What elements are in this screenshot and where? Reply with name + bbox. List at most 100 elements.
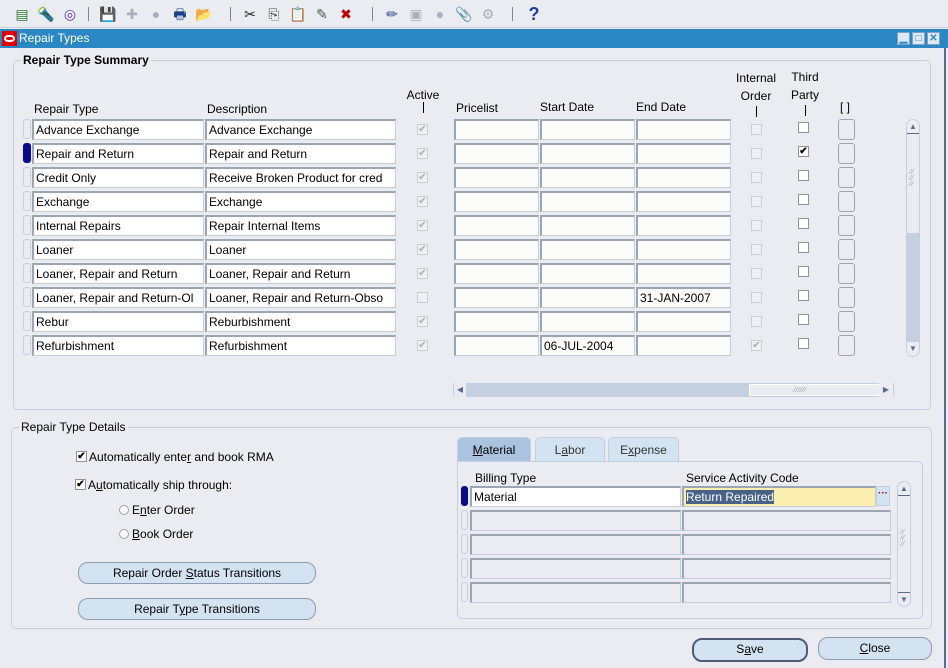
pricelist-field[interactable] <box>454 119 539 140</box>
pricelist-field[interactable] <box>454 143 539 164</box>
folder-field[interactable] <box>838 287 855 308</box>
pricelist-field[interactable] <box>454 335 539 356</box>
record-indicator[interactable] <box>461 582 468 602</box>
service-activity-code-field[interactable] <box>682 534 891 555</box>
record-indicator[interactable] <box>23 287 31 307</box>
find-icon[interactable]: 🔦 <box>36 4 56 24</box>
end-date-field[interactable] <box>636 239 731 260</box>
pricelist-field[interactable] <box>454 287 539 308</box>
delete-record-icon[interactable]: ✖ <box>336 4 356 24</box>
pricelist-field[interactable] <box>454 191 539 212</box>
summary-horizontal-scrollbar[interactable]: ◀ ⁄⁄⁄⁄⁄⁄ ▶ <box>453 383 894 397</box>
auto-ship-label[interactable]: Automatically ship through: <box>88 478 232 492</box>
active-checkbox[interactable]: ✔ <box>417 124 428 135</box>
folder-field[interactable] <box>838 119 855 140</box>
repair-type-field[interactable]: Rebur <box>32 311 204 332</box>
copy-icon[interactable]: ⎘ <box>264 4 284 24</box>
third-party-checkbox[interactable] <box>798 194 809 205</box>
record-indicator[interactable] <box>23 167 31 187</box>
summary-vscroll-track[interactable] <box>907 233 919 342</box>
repair-type-field[interactable]: Advance Exchange <box>32 119 204 140</box>
zoom-icon[interactable]: ▣ <box>406 4 426 24</box>
translations-icon[interactable]: ● <box>430 4 450 24</box>
start-date-field[interactable] <box>540 215 635 236</box>
save-button[interactable]: Save <box>692 638 808 662</box>
navigator-icon[interactable]: ◎ <box>60 4 80 24</box>
internal-order-checkbox[interactable] <box>751 268 762 279</box>
active-checkbox[interactable]: ✔ <box>417 244 428 255</box>
scroll-right-icon[interactable]: ▶ <box>879 383 893 397</box>
maximize-button[interactable]: □ <box>912 32 925 45</box>
next-step-icon[interactable]: ✚ <box>122 4 142 24</box>
end-date-field[interactable] <box>636 119 731 140</box>
service-activity-code-field[interactable] <box>682 510 891 531</box>
repair-order-status-transitions-button[interactable]: Repair Order Status Transitions <box>78 562 316 584</box>
scroll-left-icon[interactable]: ◀ <box>454 383 466 397</box>
active-checkbox[interactable]: ✔ <box>417 196 428 207</box>
end-date-field[interactable] <box>636 263 731 284</box>
repair-type-field[interactable]: Credit Only <box>32 167 204 188</box>
repair-type-field[interactable]: Internal Repairs <box>32 215 204 236</box>
save-icon[interactable]: 💾 <box>98 4 118 24</box>
third-party-checkbox[interactable] <box>798 242 809 253</box>
scroll-grip-icon[interactable]: ⁄⁄ ⁄⁄ ⁄⁄ <box>910 169 914 188</box>
active-checkbox[interactable] <box>417 292 428 303</box>
start-date-field[interactable] <box>540 239 635 260</box>
scroll-down-icon[interactable]: ▼ <box>898 592 910 606</box>
billing-type-field[interactable] <box>470 510 681 531</box>
folder-field[interactable] <box>838 143 855 164</box>
end-date-field[interactable] <box>636 191 731 212</box>
record-indicator[interactable] <box>23 119 31 139</box>
record-indicator[interactable] <box>23 215 31 235</box>
list-of-values-button[interactable]: ··· <box>876 486 890 506</box>
description-field[interactable]: Loaner <box>205 239 396 260</box>
auto-enter-book-rma-label[interactable]: Automatically enter and book RMA <box>89 450 274 464</box>
service-activity-code-field[interactable] <box>682 558 891 579</box>
active-checkbox[interactable]: ✔ <box>417 148 428 159</box>
third-party-checkbox[interactable]: ✔ <box>798 146 809 157</box>
folder-field[interactable] <box>838 191 855 212</box>
repair-type-transitions-button[interactable]: Repair Type Transitions <box>78 598 316 620</box>
third-party-checkbox[interactable] <box>798 266 809 277</box>
book-order-label[interactable]: Book Order <box>132 527 193 541</box>
summary-hscroll-thumb[interactable]: ⁄⁄⁄⁄⁄⁄ <box>749 384 880 396</box>
auto-enter-book-rma-checkbox[interactable]: ✔ <box>76 451 87 462</box>
enter-order-radio[interactable] <box>119 505 129 515</box>
start-date-field[interactable] <box>540 143 635 164</box>
internal-order-checkbox[interactable] <box>751 196 762 207</box>
repair-type-field[interactable]: Exchange <box>32 191 204 212</box>
repair-type-field[interactable]: Loaner <box>32 239 204 260</box>
folder-field[interactable] <box>838 263 855 284</box>
active-checkbox[interactable]: ✔ <box>417 220 428 231</box>
record-indicator[interactable] <box>23 143 31 163</box>
repair-type-field[interactable]: Loaner, Repair and Return-Ol <box>32 287 204 308</box>
active-checkbox[interactable]: ✔ <box>417 172 428 183</box>
close-form-icon[interactable]: 📂 <box>194 4 214 24</box>
billing-type-field[interactable] <box>470 582 681 603</box>
billing-type-field[interactable] <box>470 534 681 555</box>
description-field[interactable]: Repair Internal Items <box>205 215 396 236</box>
close-window-button[interactable]: ✕ <box>927 32 940 45</box>
scroll-grip-icon[interactable]: ⁄⁄ ⁄⁄ ⁄⁄ <box>901 529 905 548</box>
folder-field[interactable] <box>838 215 855 236</box>
record-indicator[interactable] <box>23 263 31 283</box>
service-activity-code-field[interactable]: Return Repaired <box>682 486 876 507</box>
third-party-checkbox[interactable] <box>798 338 809 349</box>
start-date-field[interactable] <box>540 167 635 188</box>
end-date-field[interactable]: 31-JAN-2007 <box>636 287 731 308</box>
billing-type-field[interactable] <box>470 558 681 579</box>
active-checkbox[interactable]: ✔ <box>417 268 428 279</box>
book-order-radio[interactable] <box>119 529 129 539</box>
pricelist-field[interactable] <box>454 263 539 284</box>
record-indicator[interactable] <box>23 311 31 331</box>
repair-type-field[interactable]: Refurbishment <box>32 335 204 356</box>
folder-field[interactable] <box>838 335 855 356</box>
internal-order-checkbox[interactable] <box>751 316 762 327</box>
start-date-field[interactable] <box>540 287 635 308</box>
help-icon[interactable]: ? <box>524 4 544 24</box>
start-date-field[interactable] <box>540 263 635 284</box>
enter-order-label[interactable]: Enter Order <box>132 503 195 517</box>
paste-icon[interactable]: 📋 <box>288 4 308 24</box>
scroll-up-icon[interactable]: ▲ <box>898 482 910 496</box>
record-indicator[interactable] <box>23 239 31 259</box>
